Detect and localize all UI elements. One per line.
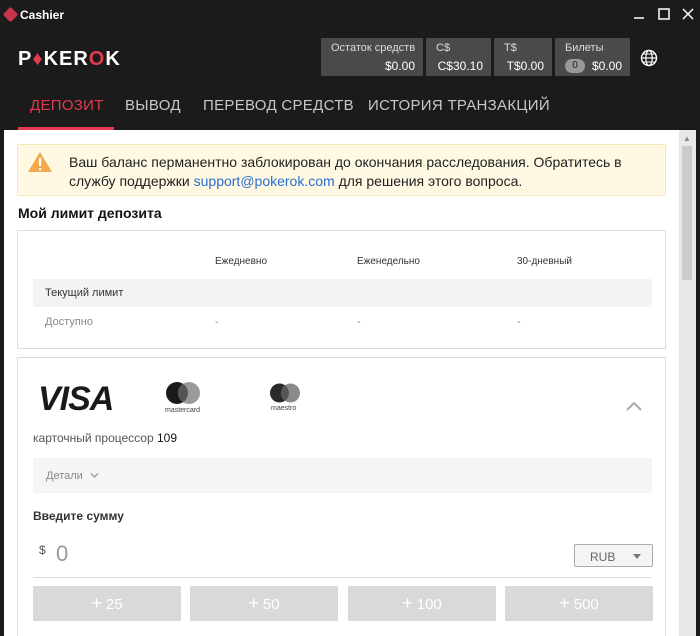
- row-label-current: Текущий лимит: [45, 287, 124, 299]
- plus-icon: +: [248, 593, 259, 613]
- plus-icon: +: [402, 593, 413, 613]
- maximize-icon: [658, 8, 670, 20]
- quick-amount-500-button[interactable]: +500: [505, 586, 653, 621]
- close-button[interactable]: [680, 6, 696, 22]
- dropdown-arrow-icon: [633, 554, 641, 559]
- balance-cad: C$ C$30.10: [426, 38, 491, 76]
- visa-logo: VISA: [38, 380, 114, 418]
- pokerok-logo: P♦KEROK: [18, 48, 121, 70]
- processor-info: карточный процессор 109: [33, 431, 178, 445]
- available-weekly: -: [357, 316, 361, 328]
- globe-icon: [640, 49, 658, 67]
- support-email-link[interactable]: support@pokerok.com: [194, 173, 335, 189]
- currency-select[interactable]: RUB: [574, 544, 653, 567]
- col-weekly: Еженедельно: [357, 256, 420, 267]
- warning-icon: [28, 152, 52, 172]
- close-icon: [682, 8, 694, 20]
- app-icon: [2, 6, 19, 23]
- minimize-button[interactable]: [631, 6, 647, 22]
- warning-message: Ваш баланс перманентно заблокирован до о…: [69, 154, 622, 189]
- scroll-up-icon[interactable]: ▲: [683, 134, 691, 143]
- vertical-scrollbar[interactable]: ▲: [679, 130, 696, 636]
- col-daily: Ежедневно: [215, 256, 268, 267]
- card-deposit-panel: VISA mastercard maestro карточный процес…: [17, 357, 666, 636]
- quick-amount-100-button[interactable]: +100: [348, 586, 496, 621]
- row-label-available: Доступно: [45, 316, 94, 328]
- enter-amount-label: Введите сумму: [33, 509, 124, 523]
- minimize-icon: [634, 17, 644, 19]
- scrollbar-thumb[interactable]: [682, 146, 692, 280]
- tab-transfer[interactable]: ПЕРЕВОД СРЕДСТВ: [203, 97, 354, 114]
- quick-amount-25-button[interactable]: +25: [33, 586, 181, 621]
- collapse-chevron-icon[interactable]: [625, 400, 643, 412]
- available-30day: -: [517, 316, 521, 328]
- details-toggle[interactable]: Детали: [33, 458, 652, 493]
- amount-input[interactable]: 0: [56, 541, 68, 567]
- plus-icon: +: [91, 593, 102, 613]
- amount-underline: [33, 577, 652, 578]
- ticket-count-badge: 0: [565, 59, 585, 73]
- deposit-limit-title: Мой лимит депозита: [18, 205, 162, 221]
- cashier-header: P♦KEROK Остаток средств $0.00 C$ C$30.10…: [4, 30, 679, 130]
- tab-history[interactable]: ИСТОРИЯ ТРАНЗАКЦИЙ: [368, 97, 550, 114]
- mastercard-icon: [166, 382, 200, 404]
- available-daily: -: [215, 316, 219, 328]
- title-bar: Cashier: [0, 0, 700, 30]
- tab-deposit[interactable]: ДЕПОЗИТ: [30, 97, 104, 114]
- quick-amount-50-button[interactable]: +50: [190, 586, 338, 621]
- warning-banner: Ваш баланс перманентно заблокирован до о…: [17, 144, 666, 196]
- balance-tournament: T$ T$0.00: [494, 38, 552, 76]
- tab-withdraw[interactable]: ВЫВОД: [125, 97, 181, 114]
- details-label: Детали: [46, 470, 99, 482]
- window-title: Cashier: [20, 8, 65, 22]
- maximize-button[interactable]: [656, 6, 672, 22]
- balance-cash: Остаток средств $0.00: [321, 38, 423, 76]
- chevron-down-icon: [90, 473, 99, 478]
- maestro-label: maestro: [271, 405, 297, 412]
- col-30day: 30-дневный: [517, 256, 572, 267]
- deposit-content: Ваш баланс перманентно заблокирован до о…: [4, 130, 679, 636]
- currency-symbol: $: [39, 543, 46, 557]
- balance-tickets: Билеты 0 $0.00: [555, 38, 630, 76]
- table-row: Текущий лимит: [33, 279, 652, 307]
- plus-icon: +: [559, 593, 570, 613]
- language-button[interactable]: [640, 49, 658, 67]
- deposit-limit-table: Ежедневно Еженедельно 30-дневный Текущий…: [17, 230, 666, 349]
- maestro-icon: [270, 383, 300, 403]
- mastercard-label: mastercard: [165, 407, 201, 414]
